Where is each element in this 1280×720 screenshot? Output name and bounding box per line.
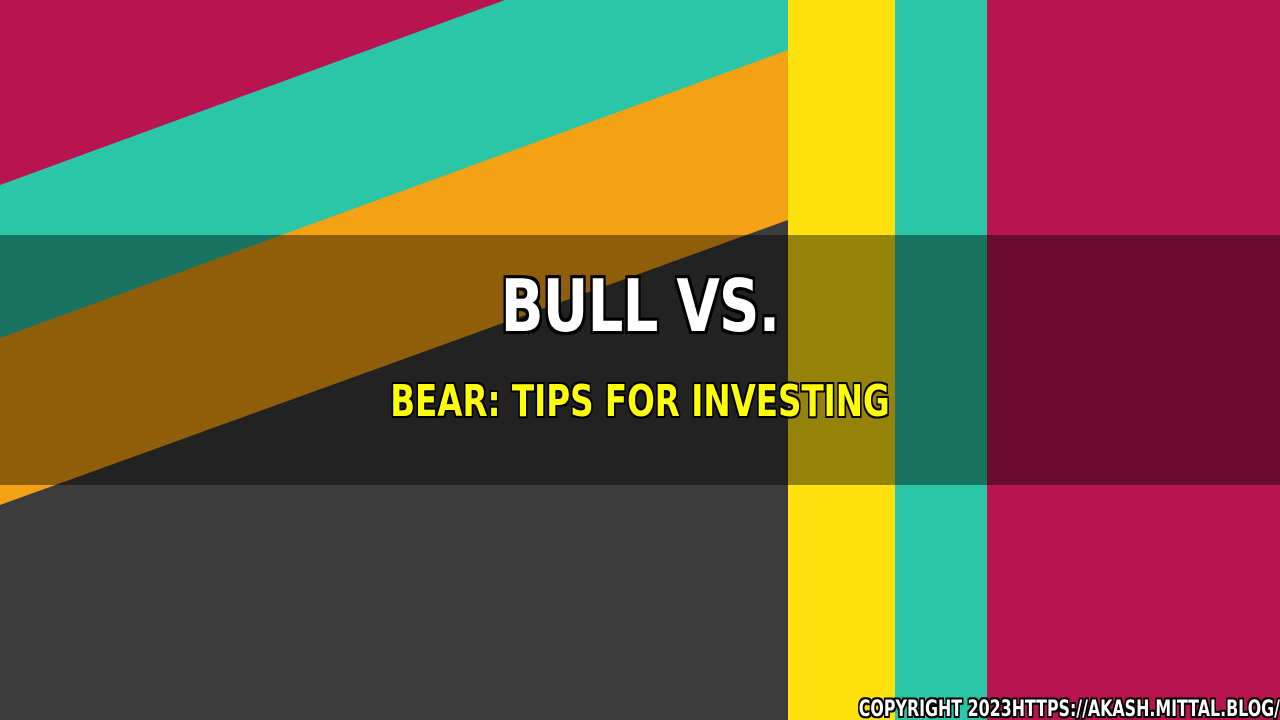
thumbnail-canvas: BULL VS. BEAR: TIPS FOR INVESTING COPYRI… [0,0,1280,720]
main-title: BULL VS. [500,264,780,348]
copyright-notice: COPYRIGHT 2023HTTPS://AKASH.MITTAL.BLOG/ [858,696,1280,720]
subtitle: BEAR: TIPS FOR INVESTING [390,376,890,427]
